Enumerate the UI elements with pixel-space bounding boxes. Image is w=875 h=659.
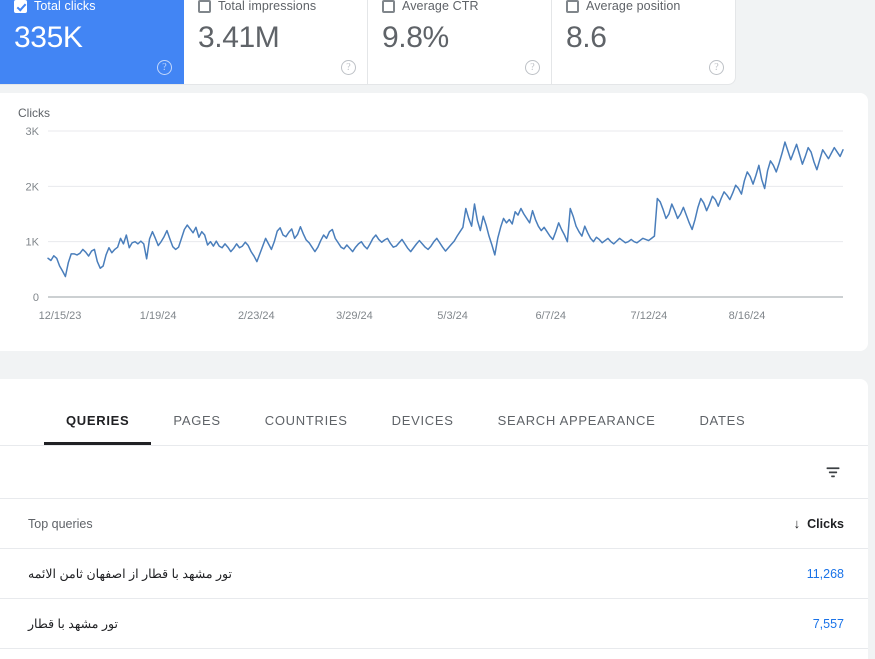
metric-card-average-ctr[interactable]: Average CTR 9.8% ? xyxy=(368,0,552,84)
search-console-performance-page: Total clicks 335K ? Total impressions 3.… xyxy=(0,0,875,659)
metric-value: 3.41M xyxy=(198,21,280,54)
metric-head: Total impressions xyxy=(198,0,353,14)
svg-text:5/3/24: 5/3/24 xyxy=(437,310,468,322)
tab-search-appearance[interactable]: SEARCH APPEARANCE xyxy=(476,413,678,445)
svg-text:8/16/24: 8/16/24 xyxy=(729,310,766,322)
svg-text:1K: 1K xyxy=(26,237,40,249)
help-icon[interactable]: ? xyxy=(157,60,172,75)
tab-devices[interactable]: DEVICES xyxy=(370,413,476,445)
svg-text:3K: 3K xyxy=(26,126,40,138)
dimension-table-card: QUERIES PAGES COUNTRIES DEVICES SEARCH A… xyxy=(0,379,868,659)
column-header-clicks[interactable]: ↓ Clicks xyxy=(794,516,844,531)
table-header-row: Top queries ↓ Clicks xyxy=(0,499,868,549)
table-row[interactable]: تور مشهد با قطار از اصفهان ثامن الائمه 1… xyxy=(0,549,868,599)
tab-dates[interactable]: DATES xyxy=(677,413,767,445)
checkbox-average-position[interactable] xyxy=(566,0,579,13)
clicks-line-chart[interactable]: 0 1K 2K 3K 12/15/23 1/19/24 2/23/24 3/29/24 5/3/… xyxy=(0,93,868,351)
cell-query: تور مشهد با قطار از اصفهان ثامن الائمه xyxy=(28,567,232,581)
tab-pages[interactable]: PAGES xyxy=(151,413,242,445)
metric-label: Average CTR xyxy=(402,0,479,13)
filter-icon[interactable] xyxy=(822,461,844,483)
tab-countries[interactable]: COUNTRIES xyxy=(243,413,370,445)
cell-clicks: 11,268 xyxy=(806,566,844,581)
column-header-clicks-label: Clicks xyxy=(807,516,844,531)
dimension-tabs: QUERIES PAGES COUNTRIES DEVICES SEARCH A… xyxy=(0,379,868,446)
tab-queries[interactable]: QUERIES xyxy=(44,413,152,445)
metric-head: Total clicks xyxy=(14,0,169,14)
help-icon[interactable]: ? xyxy=(709,60,724,75)
sort-descending-icon: ↓ xyxy=(793,516,801,531)
metric-value: 8.6 xyxy=(566,21,607,54)
svg-text:2/23/24: 2/23/24 xyxy=(238,310,275,322)
svg-text:7/12/24: 7/12/24 xyxy=(631,310,668,322)
cell-query: تور مشهد با قطار xyxy=(28,617,118,631)
metric-label: Total clicks xyxy=(34,0,96,13)
svg-text:1/19/24: 1/19/24 xyxy=(140,310,177,322)
metric-label: Average position xyxy=(586,0,681,13)
metric-head: Average CTR xyxy=(382,0,537,14)
column-header-top-queries[interactable]: Top queries xyxy=(28,517,93,531)
cell-clicks: 7,557 xyxy=(812,616,844,631)
help-icon[interactable]: ? xyxy=(341,60,356,75)
metric-label: Total impressions xyxy=(218,0,317,13)
help-icon[interactable]: ? xyxy=(525,60,540,75)
checkbox-total-clicks[interactable] xyxy=(14,0,27,13)
checkbox-total-impressions[interactable] xyxy=(198,0,211,13)
svg-text:6/7/24: 6/7/24 xyxy=(535,310,566,322)
table-toolbar xyxy=(0,446,868,499)
svg-text:3/29/24: 3/29/24 xyxy=(336,310,373,322)
svg-text:0: 0 xyxy=(33,292,39,304)
metric-card-total-impressions[interactable]: Total impressions 3.41M ? xyxy=(184,0,368,84)
metrics-panel: Total clicks 335K ? Total impressions 3.… xyxy=(0,0,736,85)
metric-card-average-position[interactable]: Average position 8.6 ? xyxy=(552,0,735,84)
table-row[interactable]: تور مشهد با قطار 7,557 xyxy=(0,599,868,649)
svg-text:12/15/23: 12/15/23 xyxy=(39,310,82,322)
checkbox-average-ctr[interactable] xyxy=(382,0,395,13)
metric-head: Average position xyxy=(566,0,721,14)
svg-text:2K: 2K xyxy=(26,181,40,193)
metric-value: 9.8% xyxy=(382,21,449,54)
clicks-chart-card: Clicks 0 1K 2K 3K 12/15/23 1/19/24 2/23/24 3/29… xyxy=(0,93,868,351)
metric-value: 335K xyxy=(14,21,83,54)
metric-card-total-clicks[interactable]: Total clicks 335K ? xyxy=(0,0,184,84)
